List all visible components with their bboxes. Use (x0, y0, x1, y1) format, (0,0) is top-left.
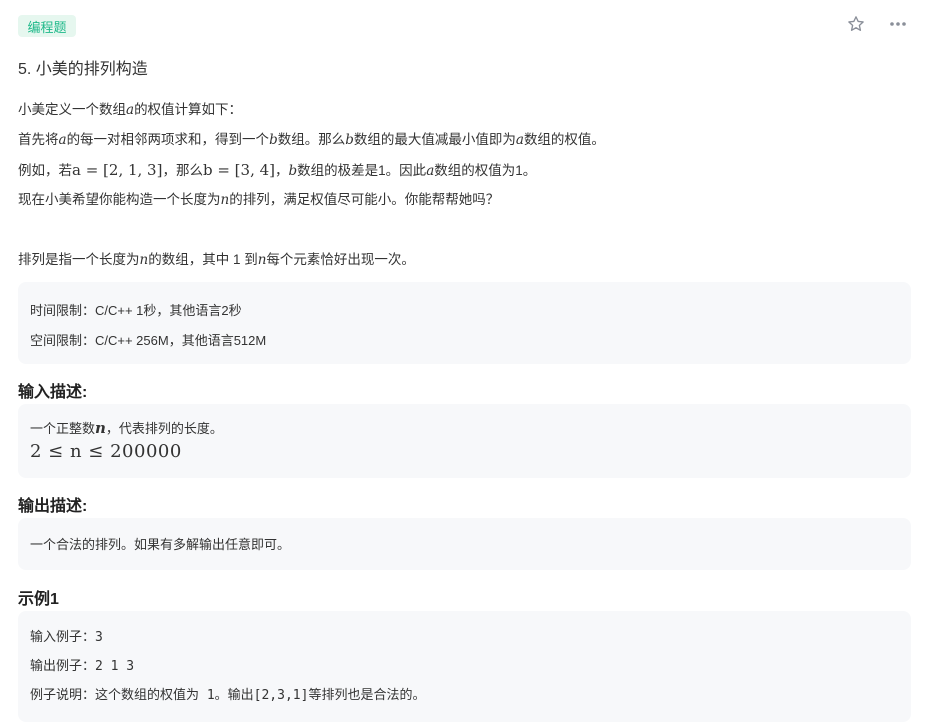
question-title: 5. 小美的排列构造 (18, 61, 148, 78)
input-text: 一个正整数n，代表排列的长度。 (30, 419, 223, 437)
limits-box: 时间限制：C/C++ 1秒，其他语言2秒 空间限制：C/C++ 256M，其他语… (18, 282, 911, 364)
question-type-tag: 编程题 (18, 15, 76, 37)
question-actions (846, 14, 908, 34)
example-box: 输入例子：3 输出例子：2 1 3 例子说明：这个数组的权值为 1。输出[2,3… (18, 611, 911, 722)
desc-line: 现在小美希望你能构造一个长度为n的排列，满足权值尽可能小。你能帮帮她吗？ (18, 192, 500, 208)
output-heading: 输出描述: (18, 498, 88, 515)
example-heading: 示例1 (18, 591, 59, 608)
desc-line: 首先将a的每一对相邻两项求和，得到一个b数组。那么b数组的最大值减最小值即为a数… (18, 132, 605, 148)
star-icon[interactable] (846, 14, 866, 34)
example-input: 输入例子：3 (30, 630, 103, 645)
input-box: 一个正整数n，代表排列的长度。 2 ≤ n ≤ 200000 (18, 404, 911, 478)
time-limit: 时间限制：C/C++ 1秒，其他语言2秒 (30, 303, 242, 318)
space-limit: 空间限制：C/C++ 256M，其他语言512M (30, 333, 267, 348)
desc-line: 例如，若a = [2, 1, 3]，那么b = [3, 4]，b数组的极差是1。… (18, 161, 537, 179)
more-icon[interactable] (888, 14, 908, 34)
input-constraint: 2 ≤ n ≤ 200000 (30, 441, 182, 462)
desc-blank-line (18, 215, 908, 245)
question-description: 小美定义一个数组a的权值计算如下： 首先将a的每一对相邻两项求和，得到一个b数组… (18, 95, 908, 275)
output-box: 一个合法的排列。如果有多解输出任意即可。 (18, 518, 911, 570)
desc-line: 排列是指一个长度为n的数组，其中 1 到n每个元素恰好出现一次。 (18, 252, 415, 268)
input-heading: 输入描述: (18, 384, 88, 401)
output-text: 一个合法的排列。如果有多解输出任意即可。 (30, 537, 291, 552)
example-explanation: 例子说明：这个数组的权值为 1。输出[2,3,1]等排列也是合法的。 (30, 688, 426, 703)
example-output: 输出例子：2 1 3 (30, 659, 135, 674)
desc-line: 小美定义一个数组a的权值计算如下： (18, 102, 243, 118)
